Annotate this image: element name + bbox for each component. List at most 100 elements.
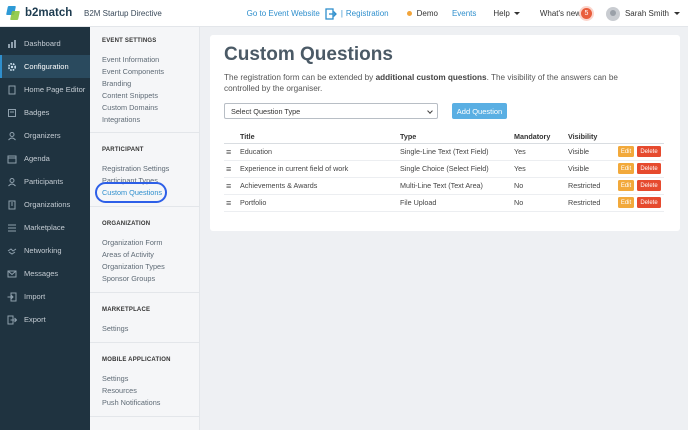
submenu-heading-marketplace: MARKETPLACE <box>102 307 151 313</box>
question-type-select[interactable]: Select Question Type <box>224 103 438 119</box>
submenu-link-organization-form[interactable]: Organization Form <box>102 238 162 247</box>
submenu-link-mobile-settings[interactable]: Settings <box>102 374 128 383</box>
question-mandatory: No <box>514 177 568 195</box>
sidebar-item-label: Badges <box>24 108 50 117</box>
sidebar-item-label: Configuration <box>24 62 69 71</box>
drag-handle-icon[interactable]: ≡ <box>224 177 240 195</box>
description-text: The registration form can be extended by <box>224 73 376 82</box>
question-type: Multi-Line Text (Text Area) <box>400 177 514 195</box>
user-menu[interactable]: Sarah Smith <box>605 6 680 21</box>
submenu-link-organization-types[interactable]: Organization Types <box>102 262 165 271</box>
submenu-link-push-notifications[interactable]: Push Notifications <box>102 398 160 407</box>
sidebar-item-label: Organizers <box>24 131 61 140</box>
question-visibility: Visible <box>568 143 618 161</box>
submenu-link-registration-settings[interactable]: Registration Settings <box>102 164 169 173</box>
exit-icon[interactable] <box>325 7 337 20</box>
submenu-link-content-snippets[interactable]: Content Snippets <box>102 91 158 100</box>
submenu-link-sponsor-groups[interactable]: Sponsor Groups <box>102 274 155 283</box>
users-icon <box>8 131 16 140</box>
configuration-submenu: EVENT SETTINGS Event Information Event C… <box>90 27 200 430</box>
divider <box>90 342 200 343</box>
row-actions: Edit Delete <box>618 160 664 178</box>
question-visibility: Visible <box>568 160 618 178</box>
delete-button[interactable]: Delete <box>637 163 661 175</box>
logo-text: b2match <box>25 7 73 19</box>
registration-link[interactable]: Registration <box>346 9 389 18</box>
sidebar-item-label: Agenda <box>24 154 50 163</box>
delete-button[interactable]: Delete <box>637 197 661 209</box>
sidebar-item-export[interactable]: Export <box>0 308 90 331</box>
demo-event-switch[interactable]: Demo <box>406 9 438 18</box>
sidebar-item-dashboard[interactable]: Dashboard <box>0 32 90 55</box>
sidebar-item-label: Organizations <box>24 200 71 209</box>
whats-new-button[interactable]: What's new 5 <box>540 8 592 19</box>
table-header-row: Title Type Mandatory Visibility <box>224 131 664 144</box>
add-question-button[interactable]: Add Question <box>452 103 507 119</box>
sidebar-item-label: Messages <box>24 269 59 278</box>
drag-handle-icon[interactable]: ≡ <box>224 194 240 212</box>
question-type: Single Choice (Select Field) <box>400 160 514 178</box>
drag-handle-icon[interactable]: ≡ <box>224 160 240 178</box>
row-actions: Edit Delete <box>618 177 664 195</box>
edit-button[interactable]: Edit <box>618 163 634 175</box>
handshake-icon <box>7 247 17 255</box>
page-description: The registration form can be extended by… <box>224 72 644 94</box>
column-header-visibility: Visibility <box>568 131 618 144</box>
calendar-icon <box>7 155 17 163</box>
divider <box>90 292 200 293</box>
question-mandatory: No <box>514 194 568 212</box>
help-label: Help <box>493 9 510 18</box>
help-menu[interactable]: Help <box>493 9 520 18</box>
logo[interactable]: b2match <box>6 6 73 20</box>
table-row: ≡ Experience in current field of work Si… <box>224 160 664 178</box>
custom-questions-card: Custom Questions The registration form c… <box>210 35 680 231</box>
submenu-link-marketplace-settings[interactable]: Settings <box>102 324 128 333</box>
column-header-title: Title <box>240 131 400 144</box>
submenu-link-custom-domains[interactable]: Custom Domains <box>102 103 158 112</box>
sidebar-item-badges[interactable]: Badges <box>0 101 90 124</box>
question-visibility: Restricted <box>568 177 618 195</box>
delete-button[interactable]: Delete <box>637 180 661 192</box>
submenu-link-resources[interactable]: Resources <box>102 386 137 395</box>
sidebar-item-home-page-editor[interactable]: Home Page Editor <box>0 78 90 101</box>
chevron-down-icon <box>674 12 680 15</box>
edit-button[interactable]: Edit <box>618 146 634 158</box>
row-actions: Edit Delete <box>618 143 664 161</box>
table-row: ≡ Achievements & Awards Multi-Line Text … <box>224 177 664 195</box>
submenu-link-event-information[interactable]: Event Information <box>102 55 159 64</box>
chevron-down-icon <box>513 12 520 15</box>
separator: | <box>340 9 343 18</box>
sidebar-item-marketplace[interactable]: Marketplace <box>0 216 90 239</box>
submenu-link-areas-of-activity[interactable]: Areas of Activity <box>102 250 154 259</box>
sidebar-item-label: Participants <box>24 177 64 186</box>
question-title: Experience in current field of work <box>240 160 400 178</box>
sidebar-item-agenda[interactable]: Agenda <box>0 147 90 170</box>
divider <box>90 132 200 133</box>
delete-button[interactable]: Delete <box>637 146 661 158</box>
dashboard-icon <box>8 39 16 48</box>
sidebar-item-messages[interactable]: Messages <box>0 262 90 285</box>
avatar <box>605 6 620 21</box>
submenu-link-event-components[interactable]: Event Components <box>102 67 164 76</box>
sidebar-item-import[interactable]: Import <box>0 285 90 308</box>
question-type-select-value: Select Question Type <box>231 106 301 116</box>
sidebar-item-organizers[interactable]: Organizers <box>0 124 90 147</box>
column-header-type: Type <box>400 131 514 144</box>
sidebar-item-configuration[interactable]: Configuration <box>0 55 90 78</box>
chevron-down-icon <box>427 108 433 114</box>
badge-icon <box>8 108 16 117</box>
divider <box>90 206 200 207</box>
question-mandatory: Yes <box>514 143 568 161</box>
page-title: Custom Questions <box>224 44 393 65</box>
users-icon <box>8 177 16 186</box>
edit-button[interactable]: Edit <box>618 197 634 209</box>
edit-button[interactable]: Edit <box>618 180 634 192</box>
submenu-link-branding[interactable]: Branding <box>102 79 131 88</box>
events-link[interactable]: Events <box>452 9 476 18</box>
go-to-event-website-link[interactable]: Go to Event Website <box>247 9 320 18</box>
submenu-link-integrations[interactable]: Integrations <box>102 115 140 124</box>
drag-handle-icon[interactable]: ≡ <box>224 143 240 161</box>
sidebar-item-networking[interactable]: Networking <box>0 239 90 262</box>
sidebar-item-participants[interactable]: Participants <box>0 170 90 193</box>
sidebar-item-organizations[interactable]: Organizations <box>0 193 90 216</box>
